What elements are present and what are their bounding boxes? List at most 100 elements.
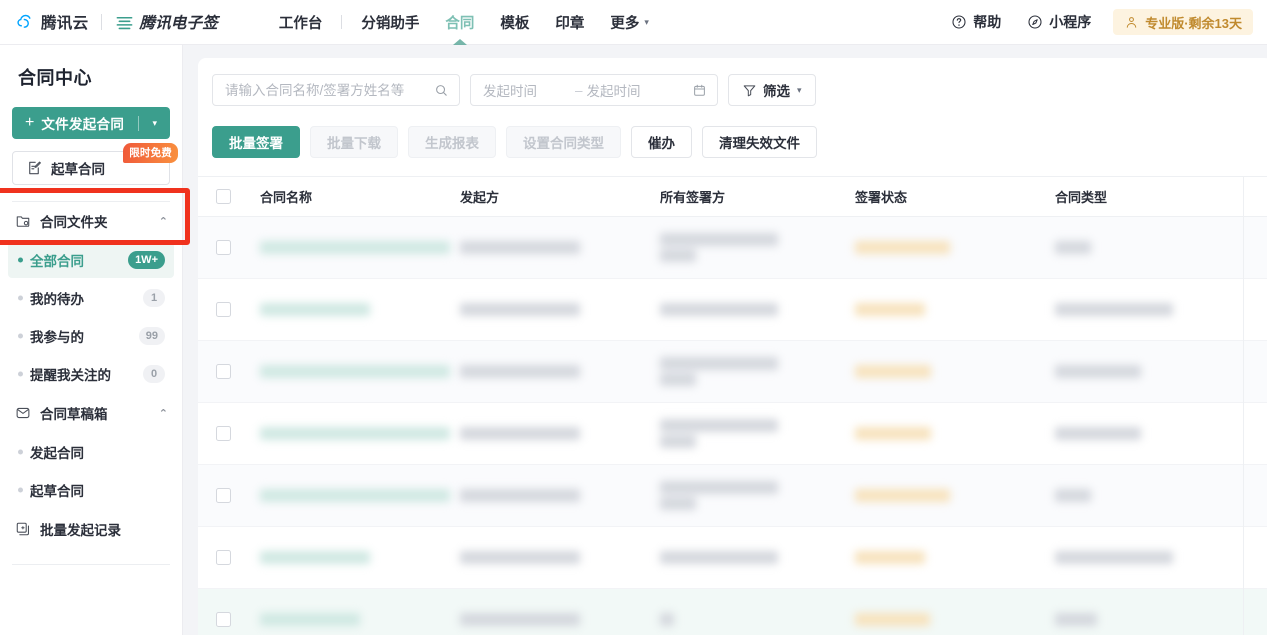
sidebar-group-draft-box[interactable]: 合同草稿箱 ⌃ bbox=[0, 394, 182, 432]
redacted-content bbox=[460, 365, 646, 378]
cell-all-signers bbox=[646, 402, 841, 465]
brand-divider bbox=[101, 14, 103, 30]
clear-invalid-files-button[interactable]: 清理失效文件 bbox=[702, 126, 817, 158]
table-row[interactable] bbox=[198, 216, 1267, 279]
cell-contract-name bbox=[246, 216, 450, 279]
row-select-cell bbox=[198, 340, 246, 403]
main-nav: 工作台 分销助手 合同 模板 印章 更多 ▾ bbox=[266, 0, 662, 45]
column-header-all-signers[interactable]: 所有签署方 bbox=[646, 176, 841, 217]
redacted-content bbox=[260, 551, 446, 564]
nav-item-distribution[interactable]: 分销助手 bbox=[348, 0, 432, 45]
cell-all-signers bbox=[646, 588, 841, 635]
redacted-content bbox=[460, 427, 646, 440]
nav-divider bbox=[341, 15, 343, 29]
redacted-content bbox=[260, 427, 450, 440]
tencent-cloud-logo[interactable]: 腾讯云 bbox=[16, 11, 88, 33]
select-all-checkbox[interactable] bbox=[216, 189, 231, 204]
count-badge: 0 bbox=[143, 365, 165, 383]
sidebar-item-remind-me[interactable]: 提醒我关注的 0 bbox=[8, 356, 174, 392]
draft-contract-button[interactable]: 起草合同 限时免费 bbox=[12, 143, 178, 185]
redacted-content bbox=[660, 551, 841, 564]
calendar-icon[interactable] bbox=[692, 83, 707, 98]
table-row[interactable] bbox=[198, 588, 1267, 635]
cell-contract-type bbox=[1041, 464, 1267, 527]
sidebar-item-batch-records[interactable]: 批量发起记录 bbox=[0, 510, 182, 548]
column-header-contract-type[interactable]: 合同类型 bbox=[1041, 176, 1267, 217]
table-row[interactable] bbox=[198, 526, 1267, 589]
row-checkbox[interactable] bbox=[216, 302, 231, 317]
column-header-sign-status[interactable]: 签署状态 bbox=[841, 176, 1041, 217]
redacted-content bbox=[660, 233, 841, 262]
search-box[interactable] bbox=[212, 74, 460, 106]
cell-contract-name bbox=[246, 464, 450, 527]
batch-download-button[interactable]: 批量下载 bbox=[310, 126, 398, 158]
filter-button[interactable]: 筛选 ▾ bbox=[728, 74, 816, 106]
row-checkbox[interactable] bbox=[216, 426, 231, 441]
column-header-contract-name[interactable]: 合同名称 bbox=[246, 176, 446, 217]
cell-contract-type bbox=[1041, 402, 1267, 465]
table-row[interactable] bbox=[198, 340, 1267, 403]
top-header: 腾讯云 腾讯电子签 工作台 分销助手 合同 模板 印章 更多 ▾ 帮助 小程序 … bbox=[0, 0, 1267, 45]
table-head: 合同名称 发起方 所有签署方 签署状态 合同类型 bbox=[198, 176, 1267, 217]
cell-contract-name bbox=[246, 340, 450, 403]
redacted-content bbox=[1055, 489, 1267, 502]
sidebar-item-my-todo[interactable]: 我的待办 1 bbox=[8, 280, 174, 316]
table-row[interactable] bbox=[198, 278, 1267, 341]
row-checkbox[interactable] bbox=[216, 550, 231, 565]
chevron-down-icon: ▾ bbox=[644, 16, 649, 27]
nav-item-more[interactable]: 更多 ▾ bbox=[597, 0, 662, 45]
column-header-initiator[interactable]: 发起方 bbox=[446, 176, 646, 217]
filter-icon bbox=[742, 83, 757, 98]
row-checkbox[interactable] bbox=[216, 488, 231, 503]
redacted-content bbox=[460, 551, 646, 564]
redacted-content bbox=[260, 613, 446, 626]
cell-contract-name bbox=[246, 402, 450, 465]
content-area: 发起时间 – 发起时间 bbox=[183, 45, 1267, 635]
redacted-content bbox=[660, 419, 841, 448]
redacted-content bbox=[660, 481, 841, 510]
row-checkbox[interactable] bbox=[216, 364, 231, 379]
cell-all-signers bbox=[646, 340, 841, 403]
table-row[interactable] bbox=[198, 464, 1267, 527]
table-row[interactable] bbox=[198, 402, 1267, 465]
help-button[interactable]: 帮助 bbox=[941, 12, 1011, 32]
sidebar-item-label: 我参与的 bbox=[30, 330, 84, 345]
miniprogram-button[interactable]: 小程序 bbox=[1017, 12, 1101, 32]
filter-toolbar: 发起时间 – 发起时间 bbox=[198, 58, 1267, 106]
cell-sign-status bbox=[841, 526, 1041, 589]
nav-label: 合同 bbox=[445, 15, 475, 32]
redacted-content bbox=[855, 613, 1041, 626]
cell-contract-name bbox=[246, 526, 446, 589]
esign-logo[interactable]: 腾讯电子签 bbox=[115, 11, 218, 33]
nav-item-contract[interactable]: 合同 bbox=[432, 0, 487, 45]
sidebar-group-contract-folder[interactable]: 合同文件夹 ⌃ bbox=[0, 202, 182, 240]
batch-sign-button[interactable]: 批量签署 bbox=[212, 126, 300, 158]
sidebar-item-all-contracts[interactable]: 全部合同 1W+ bbox=[8, 242, 174, 278]
urge-button[interactable]: 催办 bbox=[631, 126, 692, 158]
set-contract-type-button[interactable]: 设置合同类型 bbox=[506, 126, 621, 158]
create-contract-from-file-button[interactable]: + 文件发起合同 ▾ bbox=[12, 107, 170, 139]
sidebar-item-my-participated[interactable]: 我参与的 99 bbox=[8, 318, 174, 354]
search-icon[interactable] bbox=[434, 83, 449, 98]
inbox-icon bbox=[15, 405, 31, 421]
compass-icon bbox=[1027, 14, 1043, 30]
sidebar-item-draft-contract[interactable]: 起草合同 bbox=[8, 472, 174, 508]
row-checkbox[interactable] bbox=[216, 240, 231, 255]
row-checkbox[interactable] bbox=[216, 612, 231, 627]
generate-report-button[interactable]: 生成报表 bbox=[408, 126, 496, 158]
date-range-picker[interactable]: 发起时间 – 发起时间 bbox=[470, 74, 718, 106]
nav-item-template[interactable]: 模板 bbox=[487, 0, 542, 45]
bullet-icon bbox=[18, 449, 23, 455]
redacted-content bbox=[660, 357, 841, 386]
draft-contract-icon bbox=[26, 160, 42, 176]
nav-item-seal[interactable]: 印章 bbox=[542, 0, 597, 45]
nav-item-workbench[interactable]: 工作台 bbox=[266, 0, 336, 45]
esign-icon bbox=[115, 13, 134, 32]
plan-badge[interactable]: 专业版·剩余13天 bbox=[1113, 9, 1253, 35]
sidebar-item-initiate-contract[interactable]: 发起合同 bbox=[8, 434, 174, 470]
button-label: 设置合同类型 bbox=[523, 136, 604, 151]
search-input[interactable] bbox=[225, 82, 434, 98]
cell-initiator bbox=[446, 216, 646, 279]
redacted-content bbox=[1055, 551, 1267, 564]
sidebar-group-label: 合同文件夹 bbox=[40, 215, 108, 230]
